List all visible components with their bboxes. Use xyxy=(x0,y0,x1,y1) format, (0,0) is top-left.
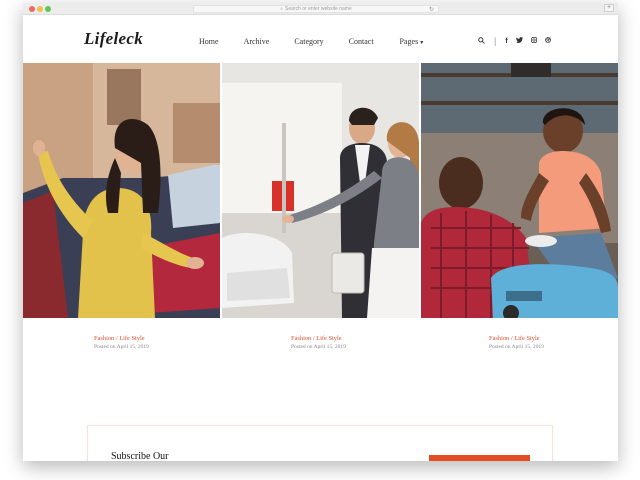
search-icon[interactable] xyxy=(478,36,485,46)
subscribe-box: Subscribe Our xyxy=(87,425,553,461)
facebook-icon[interactable]: f xyxy=(505,38,507,45)
post-meta-2: Fashion / Life Style Posted on April 15,… xyxy=(291,335,346,350)
post-category-link[interactable]: Fashion / Life Style xyxy=(489,335,544,342)
post-category-link[interactable]: Fashion / Life Style xyxy=(291,335,346,342)
nav-pages-label: Pages xyxy=(399,37,419,46)
post-meta-1: Fashion / Life Style Posted on April 15,… xyxy=(94,335,149,350)
address-bar[interactable]: ⌕ Search or enter website name ↻ xyxy=(193,5,439,13)
subscribe-title: Subscribe Our xyxy=(111,451,169,461)
woman-by-car-illustration xyxy=(23,63,220,318)
nav-contact[interactable]: Contact xyxy=(349,37,374,46)
nav-home[interactable]: Home xyxy=(199,37,219,46)
search-icon: ⌕ xyxy=(280,6,284,12)
nav-pages[interactable]: Pages ▾ xyxy=(400,37,424,46)
header-tools: | f xyxy=(478,36,551,46)
post-image-3[interactable] xyxy=(421,63,618,318)
new-tab-button[interactable]: + xyxy=(604,4,614,12)
browser-window: ⌕ Search or enter website name ↻ + Lifel… xyxy=(23,3,618,461)
address-placeholder: Search or enter website name xyxy=(285,6,352,12)
reload-icon[interactable]: ↻ xyxy=(429,6,434,14)
site-header: Lifeleck Home Archive Category Contact P… xyxy=(23,15,618,63)
twitter-icon[interactable] xyxy=(515,37,523,45)
minimize-window-button[interactable] xyxy=(37,6,43,12)
browser-chrome: ⌕ Search or enter website name ↻ + xyxy=(23,3,618,15)
divider: | xyxy=(494,36,497,46)
post-date: Posted on April 15, 2019 xyxy=(94,344,149,350)
post-meta-3: Fashion / Life Style Posted on April 15,… xyxy=(489,335,544,350)
maximize-window-button[interactable] xyxy=(45,6,51,12)
subscribe-email-input[interactable] xyxy=(268,450,418,461)
featured-posts xyxy=(23,63,618,318)
nav-category[interactable]: Category xyxy=(294,37,323,46)
post-image-2[interactable] xyxy=(222,63,419,318)
nav-archive[interactable]: Archive xyxy=(244,37,270,46)
site-logo[interactable]: Lifeleck xyxy=(84,29,143,49)
instagram-icon[interactable] xyxy=(530,37,537,45)
post-date: Posted on April 15, 2019 xyxy=(291,344,346,350)
father-son-illustration xyxy=(421,63,618,318)
subscribe-button[interactable] xyxy=(429,455,530,461)
main-nav: Home Archive Category Contact Pages ▾ xyxy=(199,37,423,46)
post-date: Posted on April 15, 2019 xyxy=(489,344,544,350)
dribbble-icon[interactable] xyxy=(544,37,551,45)
close-window-button[interactable] xyxy=(29,6,35,12)
post-image-1[interactable] xyxy=(23,63,220,318)
chevron-down-icon: ▾ xyxy=(420,40,424,46)
post-category-link[interactable]: Fashion / Life Style xyxy=(94,335,149,342)
couple-showroom-illustration xyxy=(222,63,419,318)
